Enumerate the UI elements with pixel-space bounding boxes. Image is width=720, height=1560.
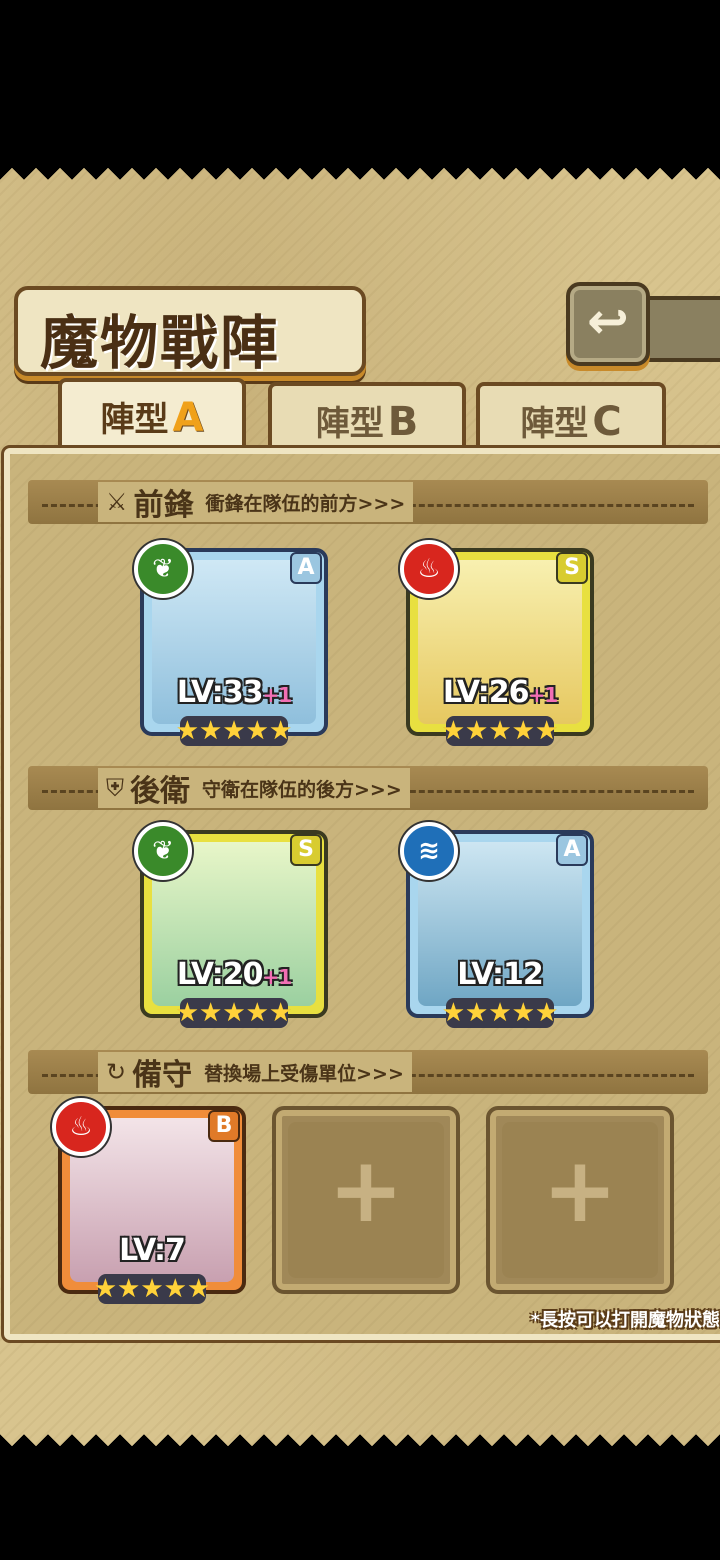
unit-level: LV:7 [119,1233,186,1268]
back-button[interactable]: ↩ [566,282,650,366]
add-plus-icon: + [542,1138,618,1243]
torn-edge-bottom [0,1422,720,1446]
rank-badge: B [208,1110,240,1142]
section-rear-desc: 守衛在隊伍的後方>>> [202,778,402,801]
star-rating: ★★★★★ [93,1274,211,1304]
fire-attribute-icon: ♨ [52,1098,110,1156]
section-rear: ⛨ 後衛 守衛在隊伍的後方>>> [28,766,708,810]
formation-panel: ⚔ 前鋒 衝鋒在隊伍的前方>>> ❦ A LV:33+1 ★★★★★ ♨ S L… [4,448,720,1340]
fire-attribute-icon: ♨ [400,540,458,598]
tab-label: 陣型 [520,404,589,444]
unit-level: LV:12 [457,957,544,992]
section-front: ⚔ 前鋒 衝鋒在隊伍的前方>>> [28,480,708,524]
empty-slot-reserve-3[interactable]: + [486,1106,674,1294]
unit-card-front-2[interactable]: ♨ S LV:26+1 ★★★★★ [400,540,594,746]
shield-icon: ⛨ [106,774,124,802]
title-plate: 魔物戰陣 [14,286,366,377]
tab-label: 陣型 [100,400,169,440]
section-front-name: 前鋒 [133,488,194,523]
leaf-attribute-icon: ❦ [134,822,192,880]
torn-edge-top [0,168,720,192]
tab-formation-a[interactable]: 陣型 A [58,378,246,454]
rank-badge: A [290,552,322,584]
section-front-desc: 衝鋒在隊伍的前方>>> [205,492,406,515]
section-rear-name: 後衛 [130,774,190,809]
formation-screen: 魔物戰陣 ↩ 陣型 A 陣型 B 陣型 C ⚔ 前鋒 衝鋒在隊伍的前方>>> ❦ A [0,168,720,1446]
rank-badge: S [290,834,322,866]
unit-level: LV:20+1 [176,957,292,992]
empty-slot-reserve-2[interactable]: + [272,1106,460,1294]
unit-card-reserve-1[interactable]: ♨ B LV:7 ★★★★★ [52,1098,246,1304]
unit-level: LV:33+1 [176,675,292,710]
tab-formation-b[interactable]: 陣型 B [268,382,466,450]
unit-card-front-1[interactable]: ❦ A LV:33+1 ★★★★★ [134,540,328,746]
rank-badge: A [556,834,588,866]
tab-label: 陣型 [315,404,384,444]
tab-letter: C [592,399,622,445]
unit-level: LV:26+1 [442,675,558,710]
tab-formation-c[interactable]: 陣型 C [476,382,666,450]
back-bar [642,296,720,362]
section-reserve-desc: 替換場上受傷單位>>> [204,1062,404,1085]
leaf-attribute-icon: ❦ [134,540,192,598]
star-rating: ★★★★★ [441,998,559,1028]
rank-badge: S [556,552,588,584]
star-rating: ★★★★★ [175,716,293,746]
add-plus-icon: + [328,1138,404,1243]
section-reserve: ↻ 備守 替換場上受傷單位>>> [28,1050,708,1094]
formation-tabs: 陣型 A 陣型 B 陣型 C [58,378,698,454]
star-rating: ★★★★★ [175,998,293,1028]
star-rating: ★★★★★ [441,716,559,746]
page-title: 魔物戰陣 [40,309,281,377]
swap-icon: ↻ [106,1058,127,1086]
tab-letter: A [172,395,204,441]
tab-letter: B [387,399,419,445]
back-arrow-icon: ↩ [587,292,629,350]
unit-card-rear-2[interactable]: ≋ A LV:12 ★★★★★ [400,822,594,1028]
long-press-hint: *長按可以打開魔物狀態 [530,1310,720,1331]
section-reserve-name: 備守 [132,1058,193,1093]
water-attribute-icon: ≋ [400,822,458,880]
unit-card-rear-1[interactable]: ❦ S LV:20+1 ★★★★★ [134,822,328,1028]
sword-icon: ⚔ [106,488,128,516]
